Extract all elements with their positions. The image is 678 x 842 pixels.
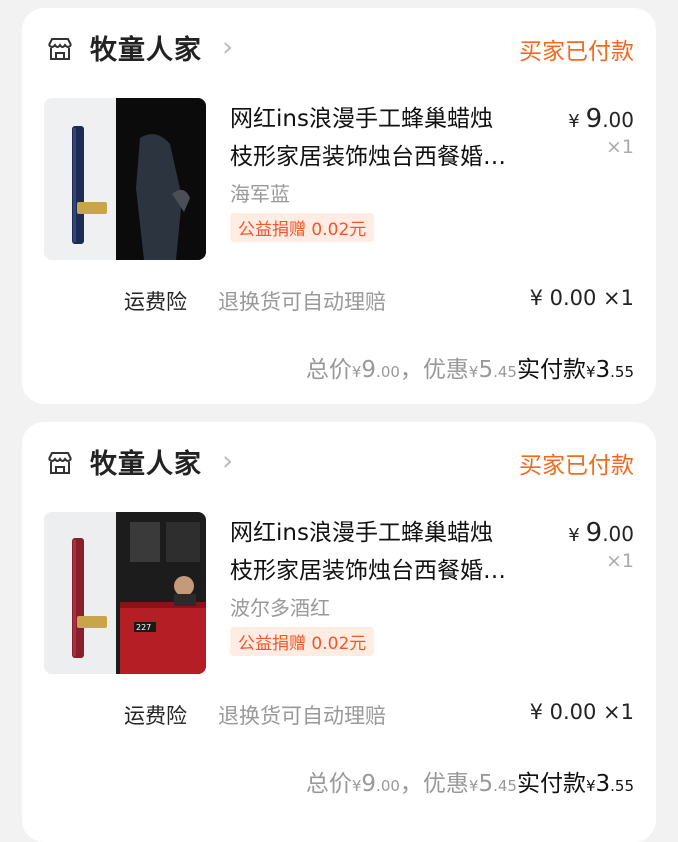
total-label: 总价 — [305, 771, 352, 797]
discount-label: ，优惠 — [399, 357, 469, 383]
currency-symbol: ¥ — [568, 111, 580, 132]
product-title[interactable]: 网红ins浪漫手工蜂巢蜡烛 枝形家居装饰烛台西餐婚… — [230, 100, 545, 176]
discount-integer: 5 — [478, 771, 494, 797]
product-image[interactable]: 227 — [44, 512, 206, 674]
currency-symbol: ¥ — [585, 363, 596, 381]
shipping-insurance-desc: 退换货可自动理赔 — [218, 290, 386, 314]
product-title[interactable]: 网红ins浪漫手工蜂巢蜡烛 枝形家居装饰烛台西餐婚… — [230, 514, 545, 590]
quantity: ×1 — [605, 136, 634, 158]
order-status: 买家已付款 — [519, 453, 634, 479]
paid-label: 实付款 — [516, 771, 586, 797]
store-name[interactable]: 牧童人家 — [90, 442, 202, 481]
quantity: ×1 — [605, 550, 634, 572]
discount-decimal: .45 — [493, 363, 517, 381]
currency-symbol: ¥ — [351, 363, 362, 381]
paid-decimal: .55 — [610, 777, 634, 795]
variant-label: 波尔多酒红 — [230, 596, 330, 620]
currency-symbol: ¥ — [568, 525, 580, 546]
paid-label: 实付款 — [516, 357, 586, 383]
shipping-insurance-price: ¥ 0.00 ×1 — [529, 700, 634, 724]
product-title-line: 网红ins浪漫手工蜂巢蜡烛 — [230, 106, 493, 132]
variant-label: 海军蓝 — [230, 182, 290, 206]
product-image[interactable] — [44, 98, 206, 260]
price-decimal: .00 — [602, 522, 634, 546]
bus-number: 227 — [136, 623, 151, 632]
store-icon — [48, 38, 72, 60]
order-card[interactable]: 牧童人家 › 买家已付款 227 网红ins浪漫手工蜂巢蜡烛 枝形家居装饰烛台西… — [22, 422, 656, 842]
order-summary: 总价¥9.00，优惠¥5.45实付款¥3.55 — [306, 350, 634, 384]
price-decimal: .00 — [602, 108, 634, 132]
total-integer: 9 — [361, 357, 377, 383]
discount-decimal: .45 — [493, 777, 517, 795]
chevron-right-icon[interactable]: › — [222, 444, 233, 477]
discount-label: ，优惠 — [399, 771, 469, 797]
charity-badge: 公益捐赠 0.02元 — [230, 627, 375, 656]
unit-price: ¥9.00 — [568, 518, 634, 548]
total-integer: 9 — [361, 771, 377, 797]
product-title-line: 枝形家居装饰烛台西餐婚… — [230, 144, 506, 170]
total-decimal: .00 — [376, 777, 400, 795]
unit-price: ¥9.00 — [568, 104, 634, 134]
price-integer: 9 — [585, 104, 603, 134]
order-status: 买家已付款 — [519, 39, 634, 65]
currency-symbol: ¥ — [351, 777, 362, 795]
shipping-insurance-label: 运费险 — [124, 704, 187, 728]
shipping-insurance-label: 运费险 — [124, 290, 187, 314]
paid-integer: 3 — [595, 771, 611, 797]
price-integer: 9 — [585, 518, 603, 548]
store-name[interactable]: 牧童人家 — [90, 28, 202, 67]
shipping-insurance-desc: 退换货可自动理赔 — [218, 704, 386, 728]
total-label: 总价 — [305, 357, 352, 383]
product-title-line: 网红ins浪漫手工蜂巢蜡烛 — [230, 520, 493, 546]
chevron-right-icon[interactable]: › — [222, 30, 233, 63]
total-decimal: .00 — [376, 363, 400, 381]
paid-integer: 3 — [595, 357, 611, 383]
discount-integer: 5 — [478, 357, 494, 383]
product-title-line: 枝形家居装饰烛台西餐婚… — [230, 558, 506, 584]
currency-symbol: ¥ — [585, 777, 596, 795]
paid-decimal: .55 — [610, 363, 634, 381]
charity-badge: 公益捐赠 0.02元 — [230, 213, 375, 242]
store-icon — [48, 452, 72, 474]
order-card[interactable]: 牧童人家 › 买家已付款 网红ins浪漫手工蜂巢蜡烛 枝形家居装饰烛台西餐婚… … — [22, 8, 656, 404]
shipping-insurance-price: ¥ 0.00 ×1 — [529, 286, 634, 310]
order-summary: 总价¥9.00，优惠¥5.45实付款¥3.55 — [306, 764, 634, 798]
